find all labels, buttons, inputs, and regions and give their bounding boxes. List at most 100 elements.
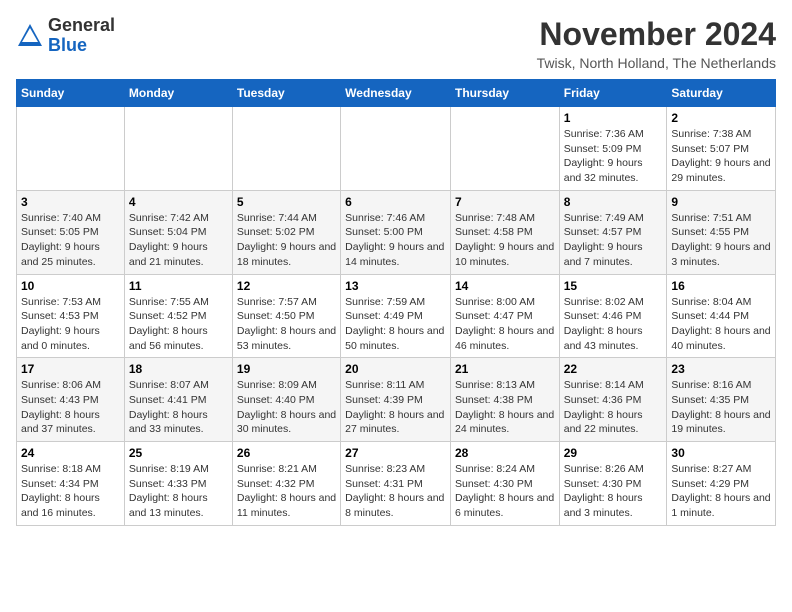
day-number: 19 [237,362,336,376]
calendar-cell: 7 Sunrise: 7:48 AM Sunset: 4:58 PM Daylig… [450,190,559,274]
cell-daylight-info: Sunrise: 8:07 AM Sunset: 4:41 PM Dayligh… [129,378,228,437]
cell-daylight-info: Sunrise: 7:38 AM Sunset: 5:07 PM Dayligh… [671,127,771,186]
day-number: 8 [564,195,663,209]
calendar-cell: 25 Sunrise: 8:19 AM Sunset: 4:33 PM Dayli… [124,442,232,526]
calendar-cell: 2 Sunrise: 7:38 AM Sunset: 5:07 PM Daylig… [667,107,776,191]
day-number: 11 [129,279,228,293]
cell-daylight-info: Sunrise: 7:48 AM Sunset: 4:58 PM Dayligh… [455,211,555,270]
cell-daylight-info: Sunrise: 7:44 AM Sunset: 5:02 PM Dayligh… [237,211,336,270]
calendar-cell: 17 Sunrise: 8:06 AM Sunset: 4:43 PM Dayli… [17,358,125,442]
day-number: 20 [345,362,446,376]
day-number: 15 [564,279,663,293]
cell-daylight-info: Sunrise: 8:19 AM Sunset: 4:33 PM Dayligh… [129,462,228,521]
cell-daylight-info: Sunrise: 8:09 AM Sunset: 4:40 PM Dayligh… [237,378,336,437]
calendar-body: 1Sunrise: 7:36 AM Sunset: 5:09 PM Daylig… [17,107,776,526]
calendar-cell [124,107,232,191]
logo-blue: Blue [48,36,115,56]
cell-daylight-info: Sunrise: 8:24 AM Sunset: 4:30 PM Dayligh… [455,462,555,521]
cell-daylight-info: Sunrise: 8:04 AM Sunset: 4:44 PM Dayligh… [671,295,771,354]
day-number: 5 [237,195,336,209]
cell-daylight-info: Sunrise: 8:06 AM Sunset: 4:43 PM Dayligh… [21,378,120,437]
cell-daylight-info: Sunrise: 7:55 AM Sunset: 4:52 PM Dayligh… [129,295,228,354]
month-title: November 2024 [537,16,776,53]
calendar-row-0: 1Sunrise: 7:36 AM Sunset: 5:09 PM Daylig… [17,107,776,191]
day-number: 23 [671,362,771,376]
day-number: 27 [345,446,446,460]
day-number: 17 [21,362,120,376]
calendar-cell: 21 Sunrise: 8:13 AM Sunset: 4:38 PM Dayli… [450,358,559,442]
calendar-cell: 27 Sunrise: 8:23 AM Sunset: 4:31 PM Dayli… [341,442,451,526]
calendar-cell: 24Sunrise: 8:18 AM Sunset: 4:34 PM Dayli… [17,442,125,526]
cell-daylight-info: Sunrise: 7:53 AM Sunset: 4:53 PM Dayligh… [21,295,120,354]
calendar-cell: 28Sunrise: 8:24 AM Sunset: 4:30 PM Dayli… [450,442,559,526]
calendar-cell: 5 Sunrise: 7:44 AM Sunset: 5:02 PM Daylig… [232,190,340,274]
calendar-cell [17,107,125,191]
calendar-row-3: 17 Sunrise: 8:06 AM Sunset: 4:43 PM Dayli… [17,358,776,442]
cell-daylight-info: Sunrise: 7:59 AM Sunset: 4:49 PM Dayligh… [345,295,446,354]
header-cell-saturday: Saturday [667,80,776,107]
day-number: 30 [671,446,771,460]
day-number: 6 [345,195,446,209]
calendar-cell: 3 Sunrise: 7:40 AM Sunset: 5:05 PM Daylig… [17,190,125,274]
cell-daylight-info: Sunrise: 8:02 AM Sunset: 4:46 PM Dayligh… [564,295,663,354]
calendar-cell: 30 Sunrise: 8:27 AM Sunset: 4:29 PM Dayli… [667,442,776,526]
location-subtitle: Twisk, North Holland, The Netherlands [537,55,776,71]
header: General Blue November 2024 Twisk, North … [16,16,776,71]
day-number: 24 [21,446,120,460]
day-number: 26 [237,446,336,460]
cell-daylight-info: Sunrise: 7:46 AM Sunset: 5:00 PM Dayligh… [345,211,446,270]
calendar: SundayMondayTuesdayWednesdayThursdayFrid… [16,79,776,526]
calendar-cell: 1Sunrise: 7:36 AM Sunset: 5:09 PM Daylig… [559,107,667,191]
day-number: 3 [21,195,120,209]
day-number: 4 [129,195,228,209]
calendar-row-1: 3 Sunrise: 7:40 AM Sunset: 5:05 PM Daylig… [17,190,776,274]
calendar-cell: 18Sunrise: 8:07 AM Sunset: 4:41 PM Dayli… [124,358,232,442]
cell-daylight-info: Sunrise: 8:11 AM Sunset: 4:39 PM Dayligh… [345,378,446,437]
cell-daylight-info: Sunrise: 8:21 AM Sunset: 4:32 PM Dayligh… [237,462,336,521]
calendar-cell: 13 Sunrise: 7:59 AM Sunset: 4:49 PM Dayli… [341,274,451,358]
cell-daylight-info: Sunrise: 8:27 AM Sunset: 4:29 PM Dayligh… [671,462,771,521]
calendar-cell: 9 Sunrise: 7:51 AM Sunset: 4:55 PM Daylig… [667,190,776,274]
day-number: 21 [455,362,555,376]
header-row: SundayMondayTuesdayWednesdayThursdayFrid… [17,80,776,107]
cell-daylight-info: Sunrise: 8:23 AM Sunset: 4:31 PM Dayligh… [345,462,446,521]
logo: General Blue [16,16,115,56]
header-cell-thursday: Thursday [450,80,559,107]
header-cell-tuesday: Tuesday [232,80,340,107]
logo-icon [16,22,44,50]
day-number: 9 [671,195,771,209]
calendar-cell: 11 Sunrise: 7:55 AM Sunset: 4:52 PM Dayli… [124,274,232,358]
cell-daylight-info: Sunrise: 8:26 AM Sunset: 4:30 PM Dayligh… [564,462,663,521]
cell-daylight-info: Sunrise: 8:14 AM Sunset: 4:36 PM Dayligh… [564,378,663,437]
calendar-cell: 19 Sunrise: 8:09 AM Sunset: 4:40 PM Dayli… [232,358,340,442]
day-number: 16 [671,279,771,293]
header-cell-friday: Friday [559,80,667,107]
header-cell-sunday: Sunday [17,80,125,107]
logo-general: General [48,16,115,36]
day-number: 1 [564,111,663,125]
cell-daylight-info: Sunrise: 7:40 AM Sunset: 5:05 PM Dayligh… [21,211,120,270]
day-number: 22 [564,362,663,376]
logo-text: General Blue [48,16,115,56]
calendar-cell: 15 Sunrise: 8:02 AM Sunset: 4:46 PM Dayli… [559,274,667,358]
calendar-cell: 14Sunrise: 8:00 AM Sunset: 4:47 PM Dayli… [450,274,559,358]
calendar-cell [341,107,451,191]
day-number: 14 [455,279,555,293]
cell-daylight-info: Sunrise: 8:13 AM Sunset: 4:38 PM Dayligh… [455,378,555,437]
calendar-row-4: 24Sunrise: 8:18 AM Sunset: 4:34 PM Dayli… [17,442,776,526]
calendar-cell: 4 Sunrise: 7:42 AM Sunset: 5:04 PM Daylig… [124,190,232,274]
calendar-cell: 8 Sunrise: 7:49 AM Sunset: 4:57 PM Daylig… [559,190,667,274]
calendar-cell: 23Sunrise: 8:16 AM Sunset: 4:35 PM Dayli… [667,358,776,442]
calendar-cell [232,107,340,191]
day-number: 7 [455,195,555,209]
calendar-cell: 12Sunrise: 7:57 AM Sunset: 4:50 PM Dayli… [232,274,340,358]
day-number: 2 [671,111,771,125]
cell-daylight-info: Sunrise: 7:51 AM Sunset: 4:55 PM Dayligh… [671,211,771,270]
day-number: 12 [237,279,336,293]
day-number: 25 [129,446,228,460]
cell-daylight-info: Sunrise: 7:49 AM Sunset: 4:57 PM Dayligh… [564,211,663,270]
day-number: 13 [345,279,446,293]
cell-daylight-info: Sunrise: 7:42 AM Sunset: 5:04 PM Dayligh… [129,211,228,270]
title-area: November 2024 Twisk, North Holland, The … [537,16,776,71]
calendar-row-2: 10Sunrise: 7:53 AM Sunset: 4:53 PM Dayli… [17,274,776,358]
